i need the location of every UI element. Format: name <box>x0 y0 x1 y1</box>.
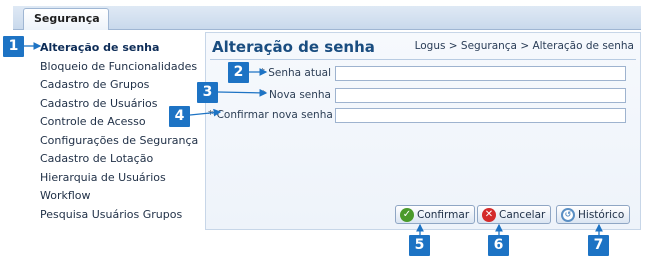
callout-badge-1: 1 <box>3 36 24 57</box>
callout-badge-7: 7 <box>588 235 609 256</box>
callout-arrow-4 <box>189 108 222 117</box>
callout-badge-6: 6 <box>488 235 509 256</box>
callout-badge-3: 3 <box>197 82 218 103</box>
callout-arrows <box>24 42 603 235</box>
callout-badge-4: 4 <box>169 106 190 127</box>
callout-arrow-3 <box>217 88 268 97</box>
callout-badge-2: 2 <box>228 62 249 83</box>
callout-badge-5: 5 <box>409 235 430 256</box>
